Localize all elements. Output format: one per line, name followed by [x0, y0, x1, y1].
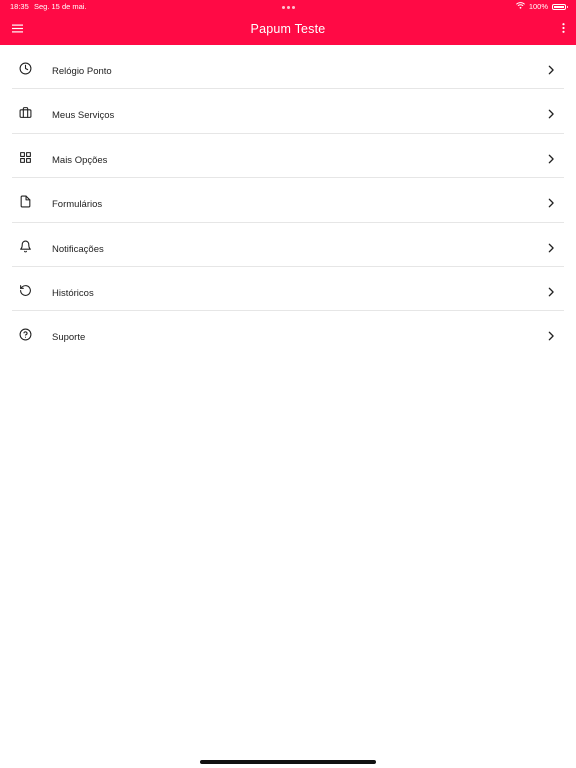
- status-bar: 18:35 Seg. 15 de mai. 100%: [0, 0, 576, 14]
- battery-percent: 100%: [528, 2, 548, 11]
- chevron-right-icon: [546, 198, 556, 208]
- battery-icon: [552, 4, 568, 10]
- menu-item-suporte[interactable]: Suporte: [0, 311, 576, 355]
- menu-item-meus-servicos[interactable]: Meus Serviços: [0, 89, 576, 134]
- status-indicators: 100%: [515, 0, 568, 14]
- briefcase-icon: [19, 106, 32, 119]
- app-screen: 18:35 Seg. 15 de mai. 100% Papum Teste R…: [0, 0, 576, 768]
- home-indicator[interactable]: [200, 760, 376, 764]
- chevron-right-icon: [546, 331, 556, 341]
- menu-item-mais-opcoes[interactable]: Mais Opções: [0, 134, 576, 179]
- page-title: Papum Teste: [250, 22, 326, 36]
- chevron-right-icon: [546, 287, 556, 297]
- history-icon: [19, 284, 32, 297]
- menu-item-notificacoes[interactable]: Notificações: [0, 223, 576, 267]
- multitasking-dots-icon[interactable]: [282, 6, 295, 9]
- chevron-right-icon: [546, 243, 556, 253]
- menu-item-relogio-ponto[interactable]: Relógio Ponto: [0, 45, 576, 90]
- header: 18:35 Seg. 15 de mai. 100% Papum Teste: [0, 0, 576, 45]
- chevron-right-icon: [546, 154, 556, 164]
- grid-icon: [19, 151, 32, 164]
- chevron-right-icon: [546, 65, 556, 75]
- more-options-button[interactable]: [556, 20, 570, 38]
- file-icon: [19, 195, 32, 208]
- bell-icon: [19, 240, 32, 253]
- menu-list: Relógio Ponto Meus Serviços Mais Opções …: [0, 45, 576, 356]
- wifi-icon: [515, 0, 525, 14]
- status-date: Seg. 15 de mai.: [34, 2, 87, 11]
- clock-icon: [19, 62, 32, 75]
- help-circle-icon: [19, 328, 32, 341]
- chevron-right-icon: [546, 109, 556, 119]
- battery-level: [554, 6, 564, 8]
- menu-item-label: Suporte: [52, 332, 86, 344]
- more-vertical-icon: [561, 20, 565, 38]
- menu-item-historicos[interactable]: Históricos: [0, 267, 576, 312]
- app-bar: Papum Teste: [0, 14, 576, 45]
- menu-item-formularios[interactable]: Formulários: [0, 178, 576, 223]
- status-time: 18:35: [10, 2, 29, 11]
